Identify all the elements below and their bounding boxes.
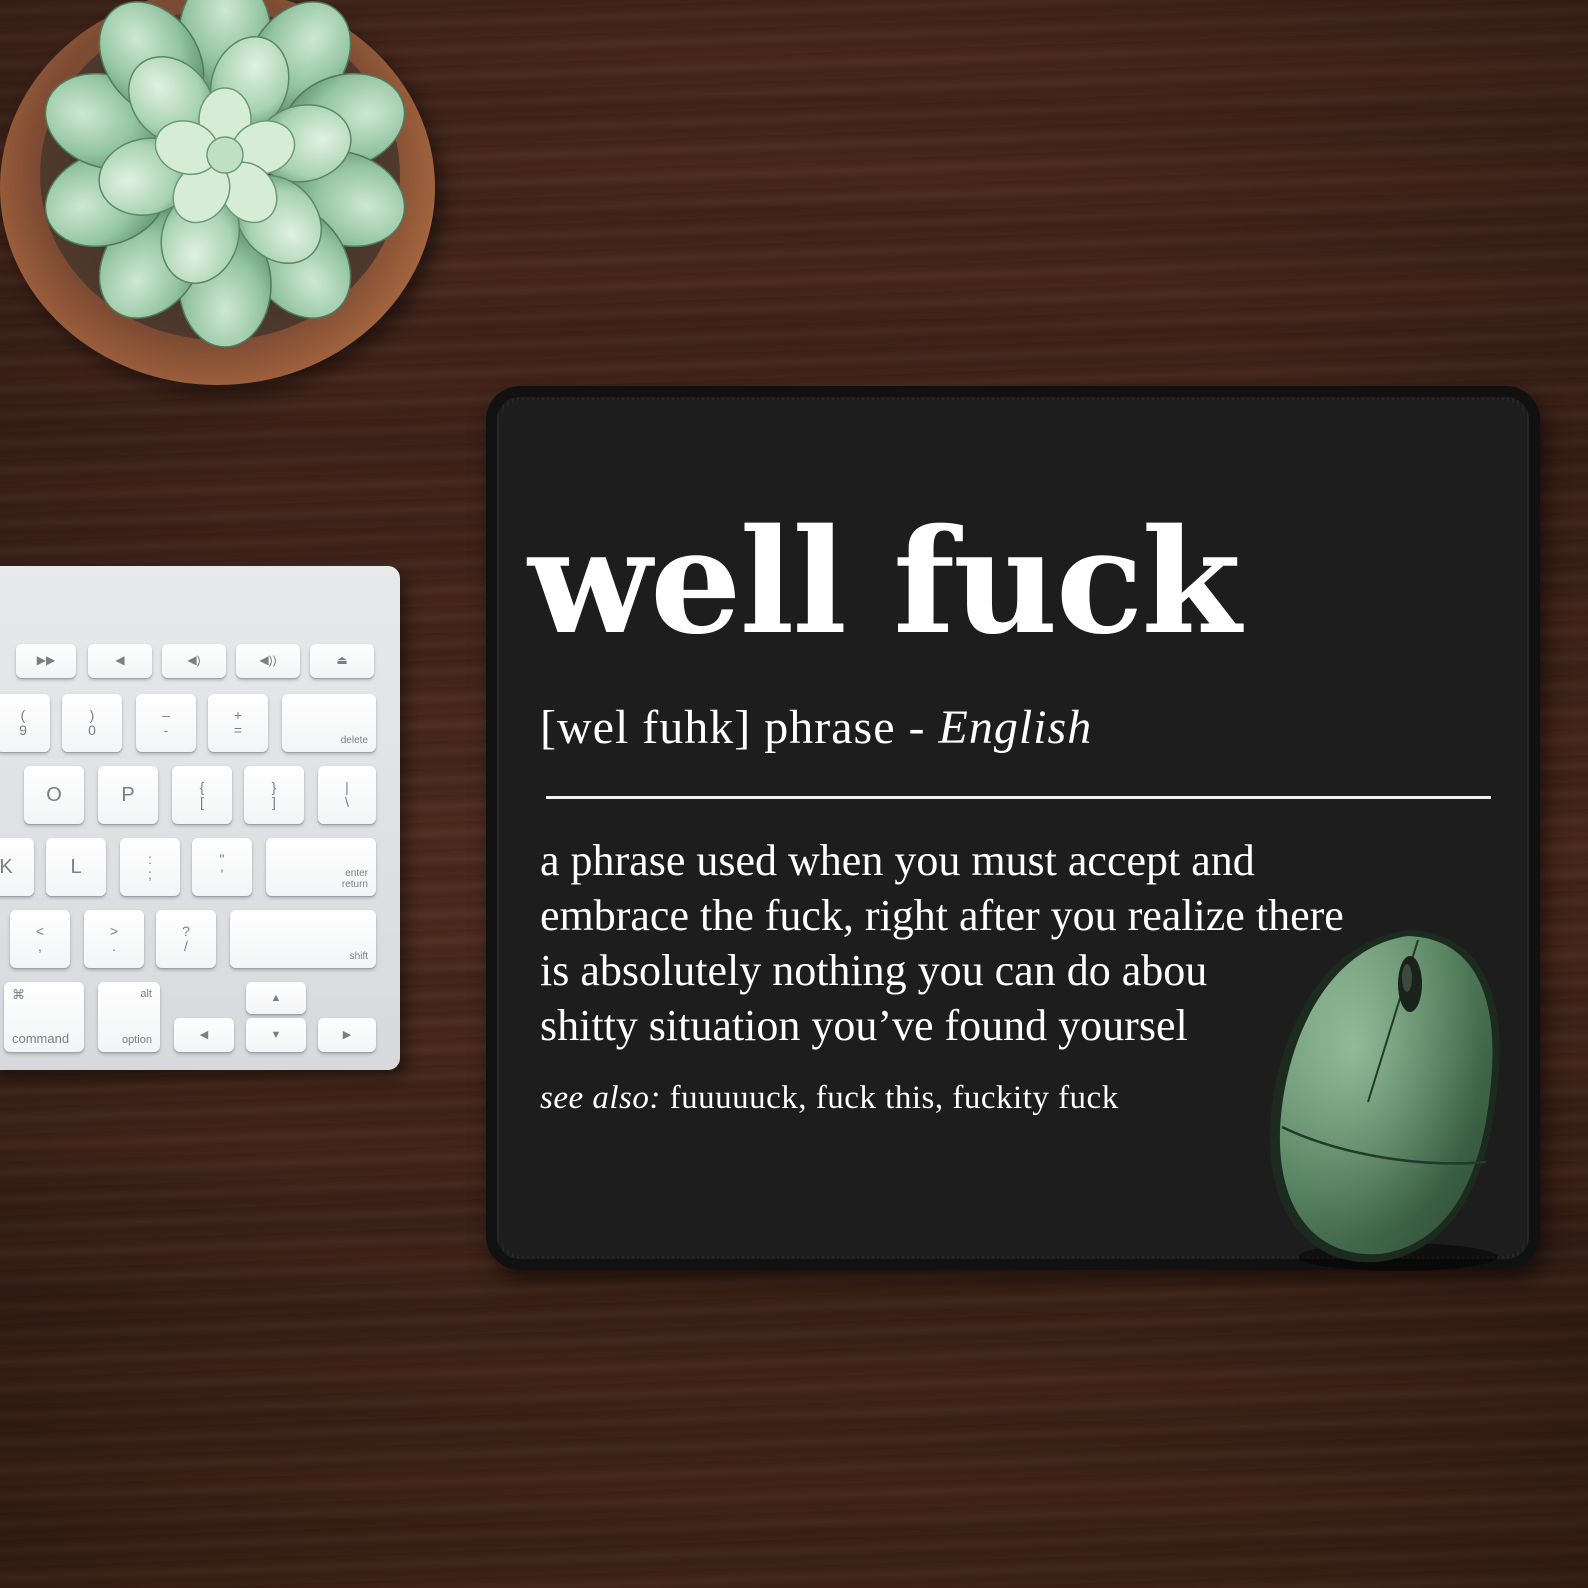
definition-pronunciation: [wel fuhk] phrase - English — [540, 700, 1092, 755]
key-minus[interactable]: – - — [136, 694, 196, 752]
key-volume-mute[interactable]: ◀ — [88, 644, 152, 678]
key-quote[interactable]: " ' — [192, 838, 252, 896]
key-delete[interactable]: delete — [282, 694, 376, 752]
key-0[interactable]: ) 0 — [62, 694, 122, 752]
see-also: see also: fuuuuuck, fuck this, fuckity f… — [540, 1080, 1119, 1117]
language-label: English — [938, 701, 1093, 754]
see-also-terms: fuuuuuck, fuck this, fuckity fuck — [660, 1080, 1119, 1116]
key-return[interactable]: enter return — [266, 838, 376, 896]
key-option[interactable]: alt option — [98, 982, 160, 1052]
keyboard[interactable]: ▶▶ ◀ ◀) ◀)) ⏏ (9 ) 0 – - + = delete O P {[ … — [0, 566, 400, 1070]
definition-line: a phrase used when you must accept and — [540, 836, 1255, 885]
key-volume-down[interactable]: ◀) — [162, 644, 226, 678]
divider-line — [546, 796, 1491, 799]
key-eject[interactable]: ⏏ — [310, 644, 374, 678]
key-9[interactable]: (9 — [0, 694, 50, 752]
key-slash[interactable]: ? / — [156, 910, 216, 968]
key-arrow-up[interactable]: ▲ — [246, 982, 306, 1014]
key-arrow-down[interactable]: ▼ — [246, 1018, 306, 1052]
key-command[interactable]: ⌘ command — [4, 982, 84, 1052]
key-o[interactable]: O — [24, 766, 84, 824]
definition-word: well fuck — [528, 497, 1241, 666]
key-k[interactable]: K — [0, 838, 34, 896]
key-right-brace[interactable]: }] — [244, 766, 304, 824]
key-p[interactable]: P — [98, 766, 158, 824]
key-volume-up[interactable]: ◀)) — [236, 644, 300, 678]
computer-mouse[interactable] — [1258, 922, 1518, 1272]
key-left-brace[interactable]: {[ — [172, 766, 232, 824]
key-equals[interactable]: + = — [208, 694, 268, 752]
succulent-plant — [44, 0, 406, 348]
key-period[interactable]: >. — [84, 910, 144, 968]
key-l[interactable]: L — [46, 838, 106, 896]
key-backslash[interactable]: | \ — [318, 766, 376, 824]
key-arrow-left[interactable]: ◀ — [174, 1018, 234, 1052]
key-shift[interactable]: shift — [230, 910, 376, 968]
key-comma[interactable]: <, — [10, 910, 70, 968]
key-fast-forward[interactable]: ▶▶ — [16, 644, 76, 678]
key-semicolon[interactable]: :; — [120, 838, 180, 896]
key-arrow-right[interactable]: ▶ — [318, 1018, 376, 1052]
see-also-label: see also: — [540, 1080, 661, 1116]
pronunciation-text: [wel fuhk] phrase - — [540, 701, 939, 754]
